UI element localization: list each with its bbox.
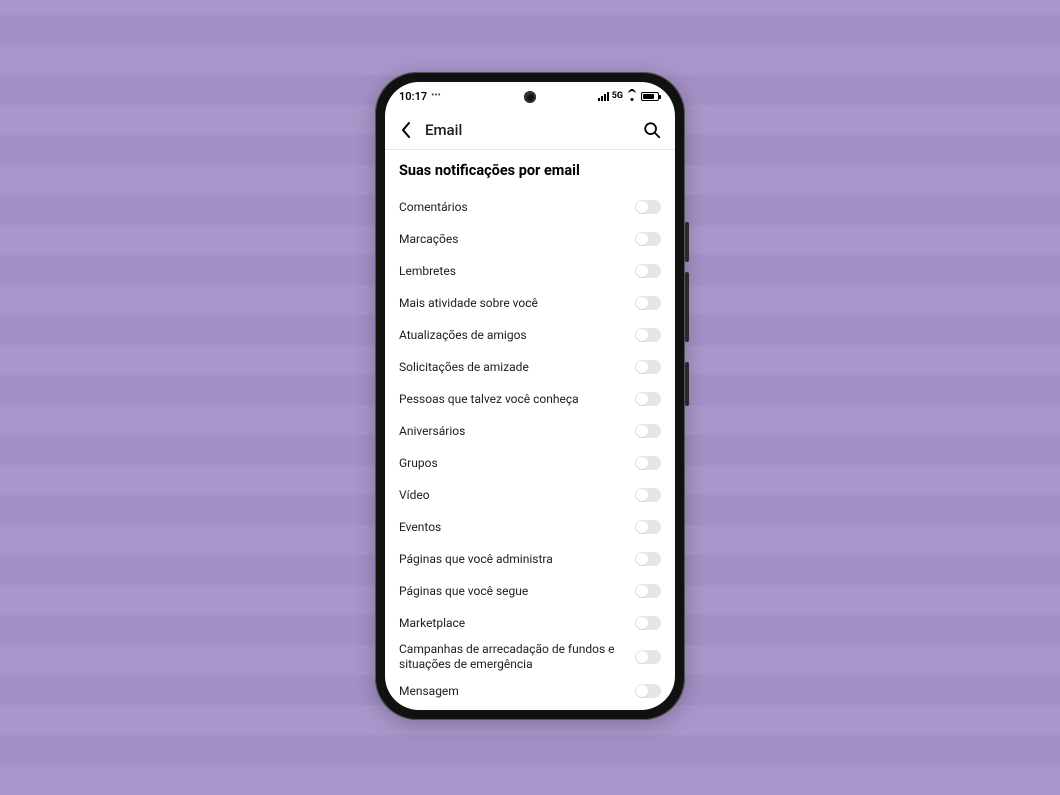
setting-label: Atualizações de amigos (399, 328, 627, 343)
setting-row[interactable]: Grupos (399, 447, 661, 479)
setting-label: Páginas que você administra (399, 552, 627, 567)
setting-toggle[interactable] (635, 424, 661, 438)
setting-toggle[interactable] (635, 520, 661, 534)
setting-label: Mensagem (399, 684, 627, 699)
setting-label: Vídeo (399, 488, 627, 503)
setting-toggle[interactable] (635, 552, 661, 566)
status-time: 10:17 (399, 90, 427, 103)
setting-row[interactable]: Pessoas que talvez você conheça (399, 383, 661, 415)
wifi-icon (626, 92, 638, 101)
setting-toggle[interactable] (635, 584, 661, 598)
phone-frame: 10:17 ••• 5G Email (375, 72, 685, 720)
setting-label: Pessoas que talvez você conheça (399, 392, 627, 407)
setting-row[interactable]: Mais atividade sobre você (399, 287, 661, 319)
page-title: Email (425, 121, 631, 139)
search-button[interactable] (641, 119, 663, 141)
setting-toggle[interactable] (635, 200, 661, 214)
setting-row[interactable]: Campanhas de arrecadação de fundos e sit… (399, 639, 661, 675)
back-button[interactable] (397, 121, 415, 139)
setting-toggle[interactable] (635, 296, 661, 310)
setting-toggle[interactable] (635, 684, 661, 698)
signal-icon (598, 92, 609, 101)
setting-row[interactable]: Marketplace (399, 607, 661, 639)
setting-label: Aniversários (399, 424, 627, 439)
search-icon (643, 121, 661, 139)
setting-row[interactable]: Atualizações de amigos (399, 319, 661, 351)
setting-label: Marcações (399, 232, 627, 247)
phone-side-button (685, 272, 689, 342)
phone-side-button (685, 222, 689, 262)
setting-row[interactable]: Páginas que você administra (399, 543, 661, 575)
setting-row[interactable]: Mensagem (399, 675, 661, 707)
phone-side-button (685, 362, 689, 406)
setting-label: Mais atividade sobre você (399, 296, 627, 311)
front-camera (524, 91, 536, 103)
status-right: 5G (598, 91, 659, 101)
setting-toggle[interactable] (635, 392, 661, 406)
setting-toggle[interactable] (635, 360, 661, 374)
status-left: 10:17 ••• (399, 90, 441, 103)
setting-label: Lembretes (399, 264, 627, 279)
setting-label: Marketplace (399, 616, 627, 631)
chevron-left-icon (401, 122, 411, 138)
setting-label: Eventos (399, 520, 627, 535)
setting-toggle[interactable] (635, 488, 661, 502)
setting-toggle[interactable] (635, 232, 661, 246)
setting-label: Páginas que você segue (399, 584, 627, 599)
settings-list: Comentários Marcações Lembretes Mais ativid… (399, 191, 661, 707)
network-label: 5G (612, 91, 623, 101)
setting-label: Solicitações de amizade (399, 360, 627, 375)
battery-icon (641, 92, 659, 101)
setting-row[interactable]: Lembretes (399, 255, 661, 287)
setting-toggle[interactable] (635, 650, 661, 664)
setting-row[interactable]: Solicitações de amizade (399, 351, 661, 383)
screen: 10:17 ••• 5G Email (385, 82, 675, 710)
setting-row[interactable]: Eventos (399, 511, 661, 543)
status-dots-icon: ••• (431, 91, 441, 101)
setting-label: Grupos (399, 456, 627, 471)
header: Email (385, 110, 675, 150)
content[interactable]: Suas notificações por email Comentários M… (385, 150, 675, 710)
setting-toggle[interactable] (635, 328, 661, 342)
setting-toggle[interactable] (635, 616, 661, 630)
setting-toggle[interactable] (635, 456, 661, 470)
setting-row[interactable]: Comentários (399, 191, 661, 223)
setting-row[interactable]: Vídeo (399, 479, 661, 511)
setting-row[interactable]: Páginas que você segue (399, 575, 661, 607)
setting-label: Comentários (399, 200, 627, 215)
setting-label: Campanhas de arrecadação de fundos e sit… (399, 642, 627, 672)
setting-row[interactable]: Marcações (399, 223, 661, 255)
setting-toggle[interactable] (635, 264, 661, 278)
section-title: Suas notificações por email (399, 162, 661, 179)
setting-row[interactable]: Aniversários (399, 415, 661, 447)
